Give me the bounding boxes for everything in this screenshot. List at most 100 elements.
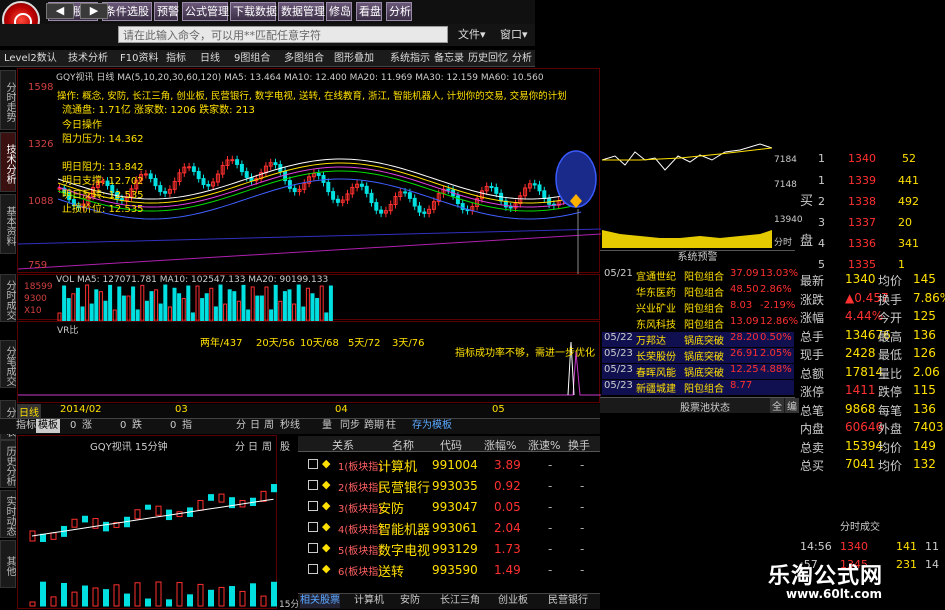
tab-level2[interactable]: Level2数认: [4, 51, 57, 66]
block-speed: -: [548, 521, 553, 535]
alert-row[interactable]: 兴业矿业 阳包组合 8.03 -2.19%: [602, 300, 795, 315]
block-row[interactable]: ◆ 5(板块指) 数字电视 993129 1.73 - -: [298, 540, 600, 560]
toolbar-btn-screening[interactable]: 条件选股: [102, 2, 152, 21]
candle-body: [407, 192, 412, 199]
mini-candle: [260, 490, 267, 502]
checkbox-icon[interactable]: [308, 522, 318, 532]
block-row[interactable]: ◆ 3(板块指) 安防 993047 0.05 - -: [298, 498, 600, 518]
checkbox-icon[interactable]: [308, 480, 318, 490]
tab-memo[interactable]: 备忘录: [434, 51, 464, 66]
alert-row[interactable]: 05/23 长荣股份 锅底突破 26.91 2.05%: [602, 348, 794, 363]
bt-save-template[interactable]: 存为模板: [412, 419, 452, 433]
volume-bar: [246, 309, 251, 321]
side-tab-other[interactable]: 其他: [0, 540, 16, 588]
menu-window[interactable]: 窗口▾: [500, 26, 528, 43]
side-tab-basic[interactable]: 基本资料: [0, 194, 16, 254]
col-turnover[interactable]: 换手: [568, 437, 590, 453]
alert-row[interactable]: 05/23 春晖风能 锅底突破 12.25 4.88%: [602, 364, 794, 379]
tab-multigrid[interactable]: 多图组合: [284, 51, 324, 66]
mini-volume-bar: [155, 581, 162, 607]
toolbar-btn-alert[interactable]: 预警: [154, 2, 179, 21]
block-turnover: -: [580, 500, 585, 514]
bt-indicator[interactable]: 指标: [16, 419, 36, 433]
checkbox-icon[interactable]: [308, 501, 318, 511]
col-relation[interactable]: 关系: [332, 437, 354, 453]
forward-arrow-icon[interactable]: ▶: [80, 3, 108, 19]
bt-sync[interactable]: 同步: [340, 419, 360, 433]
mini-tab-week[interactable]: 周: [262, 438, 272, 453]
block-row[interactable]: ◆ 2(板块指) 民营银行 993035 0.92 - -: [298, 477, 600, 497]
tab-9grid[interactable]: 9图组合: [234, 51, 270, 66]
bt-template[interactable]: 模板: [36, 419, 60, 433]
side-tab-intraday[interactable]: 分时走势: [0, 70, 16, 130]
bt-bar[interactable]: 柱: [386, 419, 396, 433]
checkbox-icon[interactable]: [308, 564, 318, 574]
tab-technical[interactable]: 技术分析: [68, 51, 108, 66]
side-tab-technical[interactable]: 技术分析: [0, 132, 16, 192]
tab-daily[interactable]: 日线: [200, 51, 220, 66]
checkbox-icon[interactable]: [308, 543, 318, 553]
menu-file[interactable]: 文件▾: [458, 26, 486, 43]
col-name[interactable]: 名称: [392, 437, 414, 453]
bt-min[interactable]: 分: [236, 419, 246, 433]
bt-vol[interactable]: 量: [322, 419, 332, 433]
bt-count: 0: [170, 420, 177, 431]
alert-row[interactable]: 05/23 新疆城建 阳包组合 8.77: [602, 380, 794, 395]
command-input[interactable]: 请在此输入命令，可以用**匹配任意字符: [118, 26, 448, 43]
pool-all-button[interactable]: 全: [770, 398, 784, 413]
side-tab-ticks[interactable]: 分笔成交: [0, 340, 16, 388]
time-sales-title[interactable]: 分时成交: [840, 518, 880, 533]
btab-computer[interactable]: 计算机: [354, 594, 384, 608]
bt-sec[interactable]: 秒线: [280, 419, 300, 433]
alert-type: 锅底突破: [684, 336, 724, 347]
toolbar-btn-download[interactable]: 下载数据: [230, 2, 277, 21]
block-row[interactable]: ◆ 4(板块指) 智能机器 993061 2.04 - -: [298, 519, 600, 539]
period-label[interactable]: 日线: [17, 404, 41, 419]
pool-edit-button[interactable]: 编: [785, 398, 799, 413]
tomorrow-support: 明日支撑: 12.702: [62, 176, 144, 187]
btab-security[interactable]: 安防: [400, 594, 420, 608]
side-tab-live[interactable]: 实时动态: [0, 490, 16, 538]
block-row[interactable]: ◆ 1(板块指) 计算机 991004 3.89 - -: [298, 456, 600, 476]
btab-related[interactable]: 相关股票: [300, 594, 340, 608]
volume-bar: [121, 295, 126, 321]
toolbar-btn-analyze[interactable]: 分析: [386, 2, 412, 21]
mini-tab-stock[interactable]: 股: [280, 438, 290, 453]
mini-tab-min[interactable]: 分: [235, 438, 245, 453]
bt-cross[interactable]: 跨期: [364, 419, 384, 433]
candle-body: [369, 192, 374, 204]
toolbar-btn-island[interactable]: 修岛: [326, 2, 352, 21]
col-change[interactable]: 涨幅%: [484, 437, 516, 453]
toolbar-btn-watch[interactable]: 看盘: [356, 2, 382, 21]
alert-row[interactable]: 05/22 万邦达 锅底突破 28.20 0.50%: [602, 332, 794, 347]
toolbar-btn-formula[interactable]: 公式管理: [182, 2, 229, 21]
bt-day[interactable]: 日: [250, 419, 260, 433]
toolbar-btn-data-mgmt[interactable]: 数据管理: [278, 2, 325, 21]
minute-chart[interactable]: [17, 435, 277, 609]
bt-week[interactable]: 周: [264, 419, 274, 433]
back-arrow-icon[interactable]: ◀: [46, 3, 74, 19]
btab-gem[interactable]: 创业板: [498, 594, 528, 608]
tab-overlay[interactable]: 图形叠加: [334, 51, 374, 66]
col-code[interactable]: 代码: [440, 437, 462, 453]
tab-history[interactable]: 历史回忆: [468, 51, 508, 66]
tab-sys-indicator[interactable]: 系统指示: [390, 51, 430, 66]
alert-row[interactable]: 东风科技 阳包组合 13.09 12.86%: [602, 316, 798, 331]
intraday-tick: 7184: [774, 155, 797, 165]
side-tab-history[interactable]: 历史分析: [0, 440, 16, 488]
intraday-chart[interactable]: [600, 130, 795, 250]
tab-f10[interactable]: F10资料: [120, 51, 158, 66]
btab-yangtze[interactable]: 长江三角: [440, 594, 480, 608]
btab-private-bank[interactable]: 民营银行: [548, 594, 588, 608]
alert-row[interactable]: 华东医药 阳包组合 48.50 2.86%: [602, 284, 794, 299]
side-tab-trades[interactable]: 分时成交: [0, 274, 16, 322]
col-speed[interactable]: 涨速%: [528, 437, 560, 453]
mini-tab-day[interactable]: 日: [248, 438, 258, 453]
candle-body: [359, 183, 364, 187]
alert-row[interactable]: 05/21 宜通世纪 阳包组合 37.09 13.03%: [602, 268, 798, 283]
checkbox-icon[interactable]: [308, 459, 318, 469]
tab-analysis[interactable]: 分析: [512, 51, 532, 66]
tab-indicator[interactable]: 指标: [166, 51, 186, 66]
alert-title[interactable]: 系统预警: [600, 250, 795, 264]
block-row[interactable]: ◆ 6(板块指) 送转 993590 1.49 - -: [298, 561, 600, 581]
